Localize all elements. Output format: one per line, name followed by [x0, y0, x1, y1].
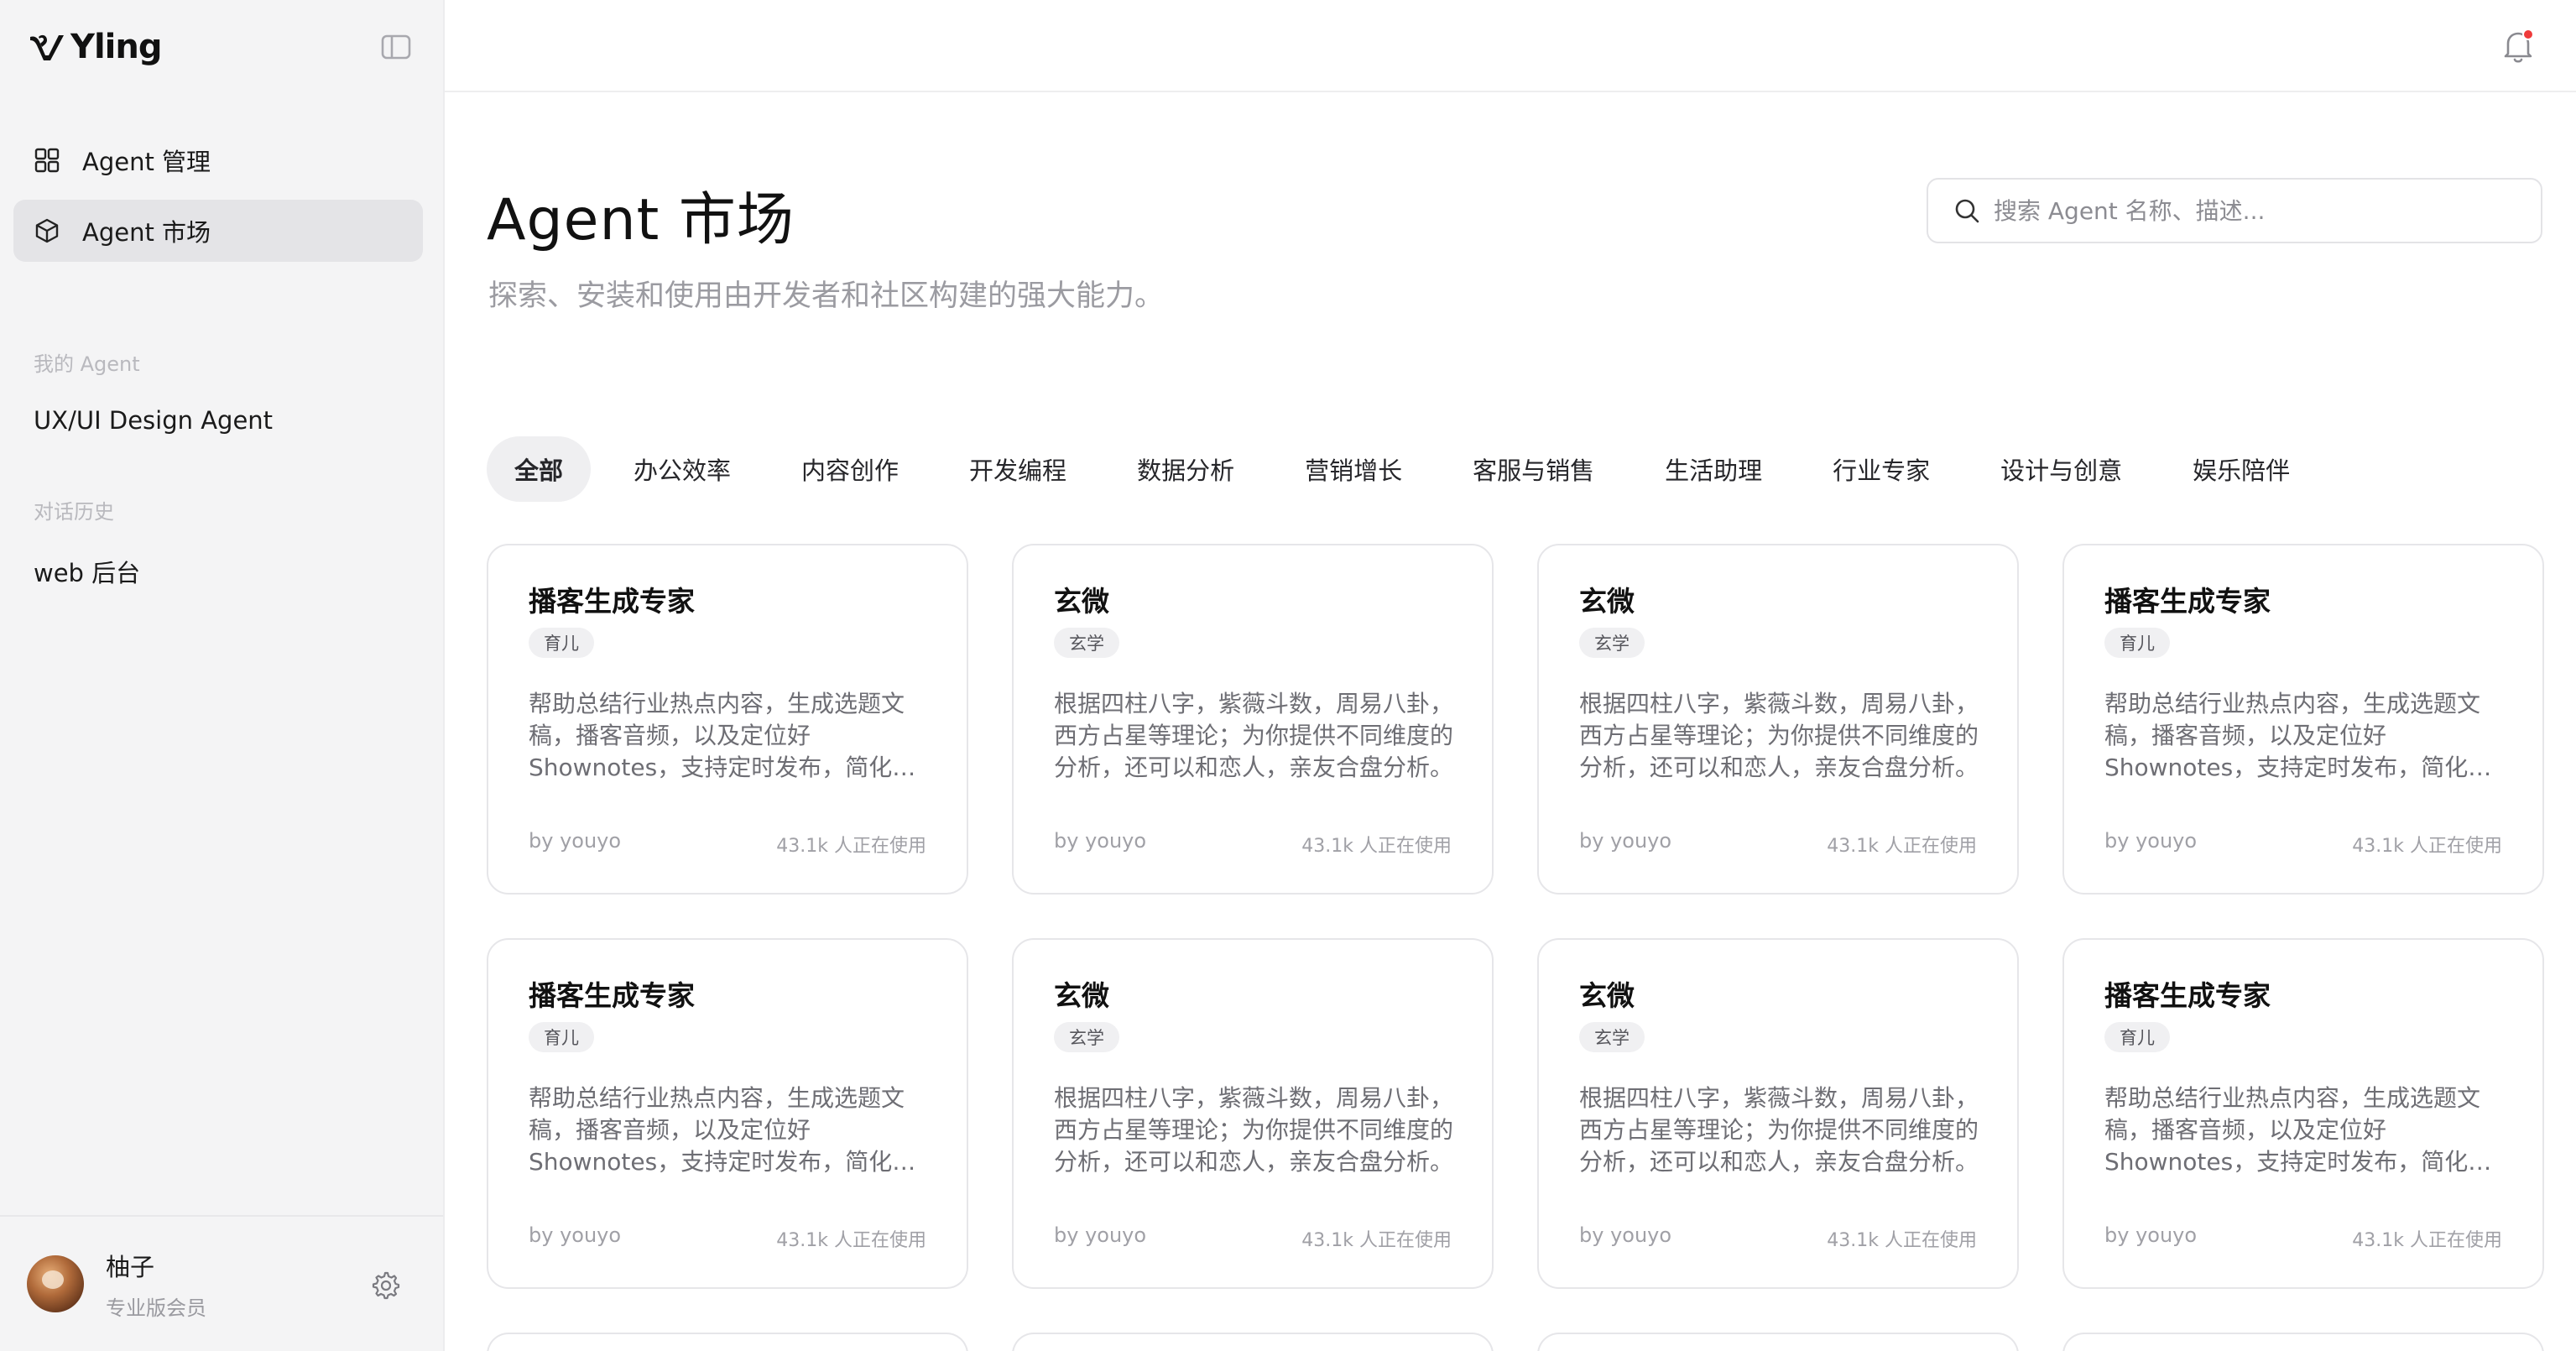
history-item[interactable]: web 后台 — [34, 554, 140, 589]
card-description: 根据四柱八字，紫薇斗数，周易八卦，西方占星等理论；为你提供不同维度的分析，还可以… — [1054, 1084, 1454, 1176]
sidebar-item-label: Agent 市场 — [82, 218, 211, 247]
sidebar-item-agent-market[interactable]: Agent 市场 — [13, 200, 423, 262]
card-usage-count: 43.1k 人正在使用 — [2352, 1230, 2502, 1251]
search-input[interactable] — [1994, 196, 2514, 225]
card-title: 播客生成专家 — [2104, 979, 2271, 1012]
notifications-button[interactable] — [2497, 25, 2539, 67]
card-usage-count: 43.1k 人正在使用 — [1827, 836, 1977, 857]
card-tag: 育儿 — [2104, 628, 2170, 658]
history-heading: 对话历史 — [34, 500, 114, 524]
card-title: 播客生成专家 — [529, 585, 695, 618]
tab-data[interactable]: 数据分析 — [1109, 436, 1262, 502]
tab-marketing[interactable]: 营销增长 — [1277, 436, 1430, 502]
agent-card-partial[interactable] — [487, 1333, 968, 1351]
app-window: Yling Agent 管理 Agent 市场 我的 Agent UX/UI D… — [0, 0, 2576, 1351]
card-author: by youyo — [1054, 1223, 1147, 1247]
settings-button[interactable] — [369, 1269, 403, 1302]
card-tag: 玄学 — [1579, 1022, 1645, 1052]
card-usage-count: 43.1k 人正在使用 — [776, 1230, 926, 1251]
card-description: 根据四柱八字，紫薇斗数，周易八卦，西方占星等理论；为你提供不同维度的分析，还可以… — [1054, 690, 1454, 781]
card-usage-count: 43.1k 人正在使用 — [1301, 836, 1452, 857]
gear-icon — [372, 1271, 400, 1300]
card-usage-count: 43.1k 人正在使用 — [776, 836, 926, 857]
tab-service-sales[interactable]: 客服与销售 — [1445, 436, 1622, 502]
card-tag: 育儿 — [529, 1022, 594, 1052]
card-author: by youyo — [2104, 1223, 2198, 1247]
tab-life[interactable]: 生活助理 — [1637, 436, 1790, 502]
agent-card-partial[interactable] — [1537, 1333, 2019, 1351]
sidebar-item-agent-management[interactable]: Agent 管理 — [13, 129, 423, 191]
cube-icon — [34, 217, 60, 244]
card-description: 帮助总结行业热点内容，生成选题文稿，播客音频，以及定位好Shownotes，支持… — [2104, 690, 2492, 781]
tab-office[interactable]: 办公效率 — [606, 436, 759, 502]
card-usage-count: 43.1k 人正在使用 — [1301, 1230, 1452, 1251]
card-title: 播客生成专家 — [2104, 585, 2271, 618]
brand-logo[interactable]: Yling — [29, 25, 162, 69]
user-info: 柚子 专业版会员 — [106, 1248, 206, 1321]
card-author: by youyo — [1579, 829, 1672, 853]
sidebar-toggle-icon — [381, 34, 411, 60]
search-icon — [1955, 199, 1979, 223]
sidebar-nav: Agent 管理 Agent 市场 — [13, 129, 423, 270]
agent-card[interactable]: 播客生成专家 育儿 帮助总结行业热点内容，生成选题文稿，播客音频，以及定位好Sh… — [487, 938, 968, 1289]
agent-card[interactable]: 播客生成专家 育儿 帮助总结行业热点内容，生成选题文稿，播客音频，以及定位好Sh… — [2062, 938, 2544, 1289]
agent-card[interactable]: 玄微 玄学 根据四柱八字，紫薇斗数，周易八卦，西方占星等理论；为你提供不同维度的… — [1537, 938, 2019, 1289]
search-box[interactable] — [1927, 178, 2542, 243]
card-description: 帮助总结行业热点内容，生成选题文稿，播客音频，以及定位好Shownotes，支持… — [529, 690, 916, 781]
top-bar — [445, 0, 2576, 92]
tab-entertainment[interactable]: 娱乐陪伴 — [2165, 436, 2318, 502]
agent-card[interactable]: 玄微 玄学 根据四柱八字，紫薇斗数，周易八卦，西方占星等理论；为你提供不同维度的… — [1537, 544, 2019, 895]
my-agent-item[interactable]: UX/UI Design Agent — [34, 406, 273, 435]
agent-card[interactable]: 玄微 玄学 根据四柱八字，紫薇斗数，周易八卦，西方占星等理论；为你提供不同维度的… — [1012, 544, 1494, 895]
card-author: by youyo — [2104, 829, 2198, 853]
agent-card-partial[interactable] — [1012, 1333, 1494, 1351]
tab-industry[interactable]: 行业专家 — [1805, 436, 1958, 502]
card-description: 帮助总结行业热点内容，生成选题文稿，播客音频，以及定位好Shownotes，支持… — [2104, 1084, 2492, 1176]
tab-content[interactable]: 内容创作 — [774, 436, 926, 502]
card-author: by youyo — [529, 829, 622, 853]
card-author: by youyo — [1054, 829, 1147, 853]
card-tag: 育儿 — [2104, 1022, 2170, 1052]
card-tag: 育儿 — [529, 628, 594, 658]
card-tag: 玄学 — [1054, 628, 1119, 658]
user-name: 柚子 — [106, 1252, 155, 1281]
card-tag: 玄学 — [1579, 628, 1645, 658]
logo-mark-icon — [30, 34, 64, 60]
brand-name: Yling — [70, 28, 162, 66]
card-author: by youyo — [1579, 1223, 1672, 1247]
card-description: 根据四柱八字，紫薇斗数，周易八卦，西方占星等理论；为你提供不同维度的分析，还可以… — [1579, 1084, 1979, 1176]
agent-card[interactable]: 播客生成专家 育儿 帮助总结行业热点内容，生成选题文稿，播客音频，以及定位好Sh… — [2062, 544, 2544, 895]
my-agents-heading: 我的 Agent — [34, 352, 140, 376]
card-description: 根据四柱八字，紫薇斗数，周易八卦，西方占星等理论；为你提供不同维度的分析，还可以… — [1579, 690, 1979, 781]
card-title: 玄微 — [1579, 979, 1635, 1012]
agent-card[interactable]: 玄微 玄学 根据四柱八字，紫薇斗数，周易八卦，西方占星等理论；为你提供不同维度的… — [1012, 938, 1494, 1289]
sidebar: Yling Agent 管理 Agent 市场 我的 Agent UX/UI D… — [0, 0, 445, 1351]
sidebar-item-label: Agent 管理 — [82, 148, 211, 176]
avatar[interactable] — [27, 1255, 84, 1312]
page-title: Agent 市场 — [487, 187, 795, 253]
card-title: 播客生成专家 — [529, 979, 695, 1012]
tab-dev[interactable]: 开发编程 — [941, 436, 1094, 502]
user-plan: 专业版会员 — [106, 1296, 206, 1320]
page-subtitle: 探索、安装和使用由开发者和社区构建的强大能力。 — [488, 279, 1165, 313]
card-title: 玄微 — [1054, 585, 1109, 618]
grid-icon — [34, 147, 60, 174]
card-usage-count: 43.1k 人正在使用 — [1827, 1230, 1977, 1251]
tab-all[interactable]: 全部 — [487, 436, 592, 502]
agent-card-partial[interactable] — [2062, 1333, 2544, 1351]
user-profile-bar[interactable]: 柚子 专业版会员 — [0, 1215, 443, 1351]
notification-dot — [2522, 29, 2534, 40]
card-usage-count: 43.1k 人正在使用 — [2352, 836, 2502, 857]
collapse-sidebar-button[interactable] — [379, 32, 413, 62]
card-tag: 玄学 — [1054, 1022, 1119, 1052]
category-tabs: 全部 办公效率 内容创作 开发编程 数据分析 营销增长 客服与销售 生活助理 行… — [487, 436, 2333, 502]
agent-card[interactable]: 播客生成专家 育儿 帮助总结行业热点内容，生成选题文稿，播客音频，以及定位好Sh… — [487, 544, 968, 895]
card-title: 玄微 — [1579, 585, 1635, 618]
card-description: 帮助总结行业热点内容，生成选题文稿，播客音频，以及定位好Shownotes，支持… — [529, 1084, 916, 1176]
card-title: 玄微 — [1054, 979, 1109, 1012]
card-author: by youyo — [529, 1223, 622, 1247]
tab-design[interactable]: 设计与创意 — [1973, 436, 2150, 502]
